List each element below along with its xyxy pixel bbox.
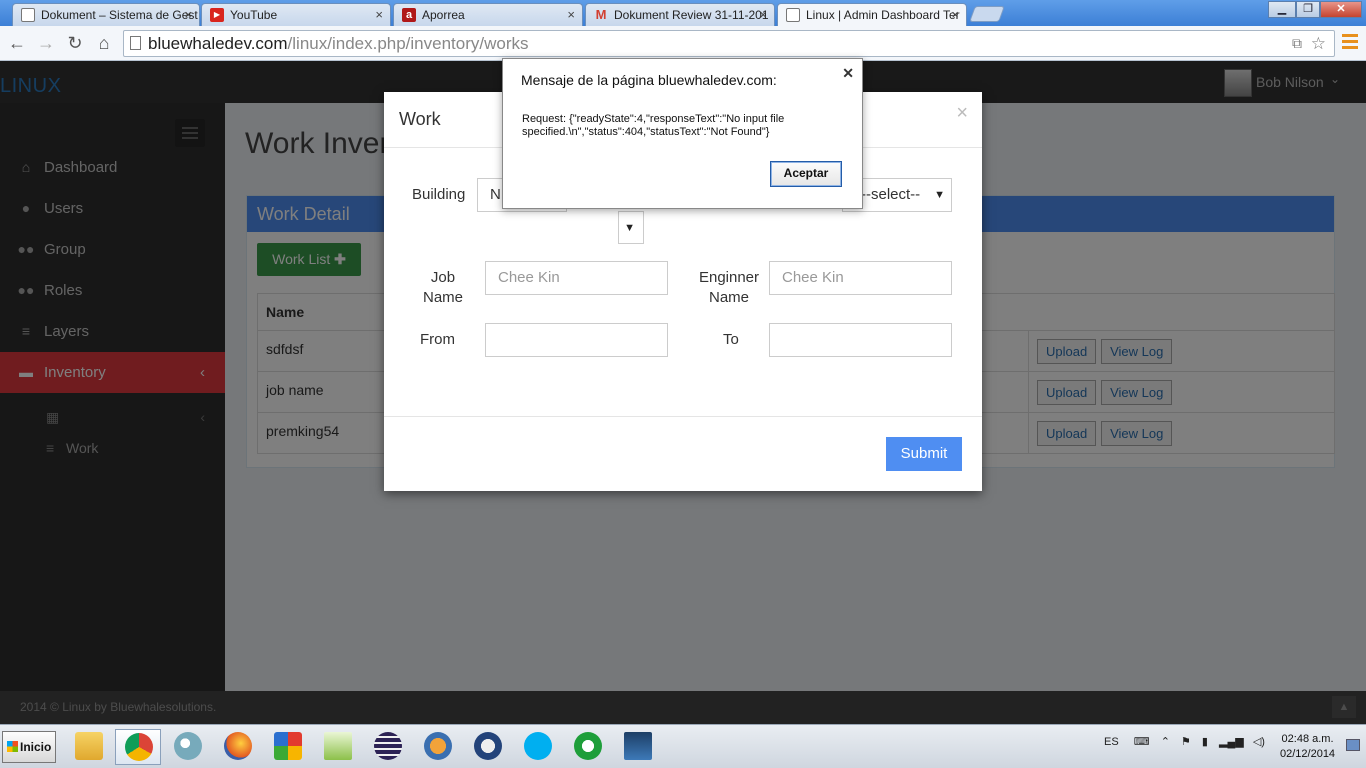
show-desktop-icon[interactable] bbox=[1346, 739, 1360, 751]
job-name-label: Job Name bbox=[422, 269, 463, 306]
browser-toolbar: ← → ↻ ⌂ bluewhaledev.com/linux/index.php… bbox=[0, 26, 1366, 61]
close-icon[interactable]: ✕ bbox=[842, 65, 854, 82]
start-label: Inicio bbox=[20, 740, 52, 754]
modal-title: Work bbox=[399, 109, 441, 129]
browser-tab-3[interactable]: a Aporrea × bbox=[393, 3, 583, 26]
windows-logo-icon bbox=[7, 741, 18, 752]
close-icon[interactable]: × bbox=[956, 102, 968, 125]
back-icon[interactable]: ← bbox=[5, 32, 29, 54]
close-window-button[interactable]: ✕ bbox=[1320, 1, 1362, 18]
accept-button[interactable]: Aceptar bbox=[770, 161, 842, 187]
building-sub-select[interactable]: ▼ bbox=[618, 211, 644, 244]
browser-tab-4[interactable]: M Dokument Review 31-11-201 × bbox=[585, 3, 775, 26]
close-tab-icon[interactable]: × bbox=[375, 7, 383, 22]
page-icon bbox=[130, 36, 141, 50]
submit-button[interactable]: Submit bbox=[886, 437, 962, 471]
youtube-icon: ▶ bbox=[210, 8, 224, 22]
close-tab-icon[interactable]: × bbox=[759, 7, 767, 22]
address-bar[interactable]: bluewhaledev.com/linux/index.php/invento… bbox=[123, 30, 1335, 57]
browser-tab-1[interactable]: Dokument – Sistema de Gest × bbox=[12, 3, 200, 26]
engineer-name-input[interactable]: Chee Kin bbox=[769, 261, 952, 295]
tab-title: Dokument – Sistema de Gest bbox=[41, 8, 198, 22]
dropdown-arrow-icon: ▼ bbox=[624, 222, 635, 234]
translate-icon[interactable]: ⧉ bbox=[1292, 31, 1302, 56]
home-folder-icon[interactable] bbox=[415, 729, 461, 765]
browser-tab-2[interactable]: ▶ YouTube × bbox=[201, 3, 391, 26]
tree-app-icon[interactable] bbox=[615, 729, 661, 765]
chrome-icon[interactable] bbox=[115, 729, 161, 765]
show-hidden-icons-icon[interactable]: ⌃ bbox=[1161, 736, 1170, 748]
maximize-button[interactable]: ❐ bbox=[1296, 1, 1320, 18]
close-tab-icon[interactable]: × bbox=[184, 7, 192, 22]
signal-icon[interactable]: ▂▄▆ bbox=[1219, 736, 1244, 748]
clock-time: 02:48 a.m. bbox=[1281, 733, 1334, 745]
tab-title: YouTube bbox=[230, 8, 278, 22]
vpn-lock-icon[interactable] bbox=[465, 729, 511, 765]
browser-tabstrip: Dokument – Sistema de Gest × ▶ YouTube ×… bbox=[0, 0, 1366, 27]
avg-antivirus-icon[interactable] bbox=[265, 729, 311, 765]
engineer-name-label: Enginner Name bbox=[698, 269, 760, 306]
alert-dialog: Mensaje de la página bluewhaledev.com: ✕… bbox=[502, 58, 863, 209]
dropdown-arrow-icon: ▼ bbox=[934, 189, 945, 201]
minimize-button[interactable]: ▁ bbox=[1268, 1, 1296, 18]
new-tab-button[interactable] bbox=[969, 6, 1005, 22]
document-icon bbox=[21, 8, 35, 22]
volume-icon[interactable]: ◁) bbox=[1253, 736, 1265, 748]
forward-icon[interactable]: → bbox=[34, 32, 58, 54]
reload-icon[interactable]: ↻ bbox=[63, 32, 87, 54]
chrome-menu-icon[interactable] bbox=[1342, 34, 1358, 52]
firefox-icon[interactable] bbox=[215, 729, 261, 765]
to-input[interactable] bbox=[769, 323, 952, 357]
terminal-app-icon[interactable] bbox=[565, 729, 611, 765]
url-host: bluewhaledev.com bbox=[148, 34, 288, 53]
close-tab-icon[interactable]: × bbox=[951, 7, 959, 22]
alert-message: Request: {"readyState":4,"responseText":… bbox=[522, 113, 785, 138]
file-explorer-icon[interactable] bbox=[66, 729, 112, 765]
select-placeholder: --select-- bbox=[861, 186, 921, 203]
job-name-placeholder: Chee Kin bbox=[498, 269, 560, 286]
engineer-name-placeholder: Chee Kin bbox=[782, 269, 844, 286]
alert-title: Mensaje de la página bluewhaledev.com: bbox=[521, 72, 777, 88]
clock-date: 02/12/2014 bbox=[1280, 748, 1336, 760]
tab-title: Aporrea bbox=[422, 8, 465, 22]
start-button[interactable]: Inicio bbox=[2, 731, 56, 763]
action-center-flag-icon[interactable]: ⚑ bbox=[1181, 736, 1191, 748]
system-tray: ES ⌨ ⌃ ⚑ ▮ ▂▄▆ ◁) bbox=[1104, 735, 1265, 748]
skype-icon[interactable] bbox=[515, 729, 561, 765]
building-value: N bbox=[490, 186, 501, 203]
browser-tab-5[interactable]: Linux | Admin Dashboard Ter × bbox=[777, 3, 967, 27]
taskbar: Inicio ES ⌨ ⌃ ⚑ ▮ ▂▄▆ ◁) 02:48 a.m. 02/1… bbox=[0, 724, 1366, 768]
building-label: Building bbox=[412, 186, 466, 203]
battery-icon[interactable]: ▮ bbox=[1202, 736, 1208, 748]
from-label: From bbox=[420, 331, 455, 348]
tab-title: Linux | Admin Dashboard Ter bbox=[806, 8, 960, 22]
from-input[interactable] bbox=[485, 323, 668, 357]
language-indicator[interactable]: ES bbox=[1104, 736, 1119, 748]
to-label: To bbox=[723, 331, 739, 348]
home-icon[interactable]: ⌂ bbox=[92, 32, 116, 54]
job-name-input[interactable]: Chee Kin bbox=[485, 261, 668, 295]
modal-footer-divider bbox=[384, 416, 982, 417]
gmail-icon: M bbox=[595, 7, 607, 22]
notepad-plus-icon[interactable] bbox=[315, 729, 361, 765]
eclipse-icon[interactable] bbox=[365, 729, 411, 765]
clock[interactable]: 02:48 a.m. 02/12/2014 bbox=[1280, 732, 1335, 762]
star-icon[interactable]: ☆ bbox=[1311, 31, 1326, 56]
url-path: /linux/index.php/inventory/works bbox=[287, 34, 529, 53]
tab-title: Dokument Review 31-11-201 bbox=[614, 8, 769, 22]
aporrea-icon: a bbox=[402, 8, 416, 22]
close-tab-icon[interactable]: × bbox=[567, 7, 575, 22]
keyboard-icon[interactable]: ⌨ bbox=[1134, 736, 1150, 748]
document-icon bbox=[786, 8, 800, 22]
paint-icon[interactable] bbox=[165, 729, 211, 765]
